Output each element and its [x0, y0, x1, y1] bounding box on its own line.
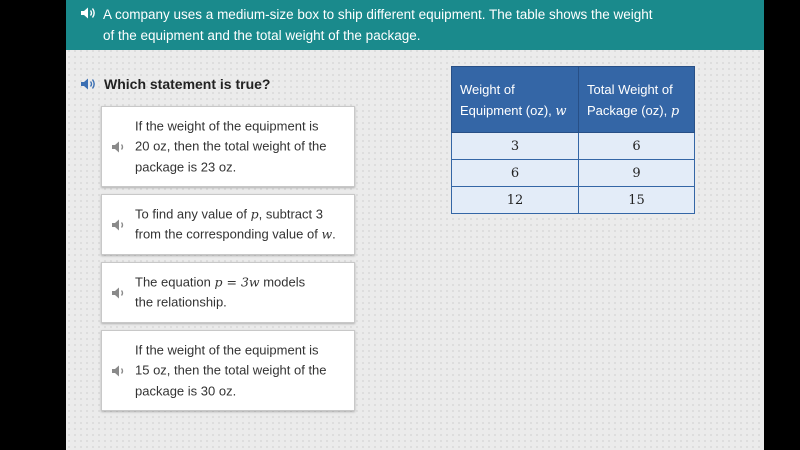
- stem-line-1: A company uses a medium-size box to ship…: [103, 7, 653, 22]
- weight-table: Weight of Equipment (oz), w Total Weight…: [451, 66, 695, 214]
- speaker-icon[interactable]: [80, 6, 96, 20]
- answer-option-3[interactable]: The equation p = 3w models the relations…: [101, 262, 355, 323]
- speaker-icon[interactable]: [111, 218, 127, 232]
- header-text: Equipment (oz),: [460, 103, 556, 118]
- table-header-row: Weight of Equipment (oz), w Total Weight…: [451, 66, 695, 133]
- header-line: Total Weight of: [587, 82, 673, 97]
- table-cell: 9: [578, 159, 695, 187]
- math-variable: p: [250, 206, 259, 221]
- table-cell: 6: [451, 159, 579, 187]
- speaker-icon[interactable]: [111, 364, 127, 378]
- stem-line-2: of the equipment and the total weight of…: [103, 28, 421, 43]
- header-line: Equipment (oz), w: [460, 100, 570, 122]
- option-text-segment: To find any value of: [135, 206, 251, 221]
- math-equation: p = 3w: [214, 274, 260, 289]
- option-text-segment: The equation: [135, 274, 215, 289]
- table-row: 3 6: [451, 132, 695, 160]
- table-cell: 3: [451, 132, 579, 160]
- option-text: If the weight of the equipment is 20 oz,…: [135, 116, 346, 178]
- option-line: package is 23 oz.: [135, 158, 237, 174]
- question-text: Which statement is true?: [104, 76, 271, 92]
- table-row: 12 15: [451, 186, 695, 214]
- header-line: Package (oz), p: [587, 100, 686, 122]
- math-variable: w: [555, 104, 567, 119]
- speaker-icon[interactable]: [80, 77, 96, 91]
- option-text-segment: , subtract 3: [258, 206, 323, 221]
- option-text-segment: .: [332, 226, 336, 242]
- option-line: If the weight of the equipment is: [135, 117, 319, 133]
- question-stem-banner: A company uses a medium-size box to ship…: [66, 0, 764, 50]
- math-variable: w: [321, 226, 333, 242]
- option-line: package is 30 oz.: [135, 382, 237, 398]
- table-cell: 12: [451, 186, 579, 214]
- option-line: the relationship.: [135, 294, 227, 310]
- header-text: Package (oz),: [587, 103, 671, 118]
- table-row: 6 9: [451, 159, 695, 187]
- option-text-segment: from the corresponding value of: [135, 226, 322, 242]
- option-line: The equation p = 3w models: [135, 272, 346, 293]
- speaker-icon[interactable]: [111, 140, 127, 154]
- option-text: The equation p = 3w models the relations…: [135, 272, 346, 313]
- option-text: If the weight of the equipment is 15 oz,…: [135, 340, 346, 402]
- table-header-cell: Weight of Equipment (oz), w: [451, 66, 579, 133]
- option-line: 20 oz, then the total weight of the: [135, 138, 327, 154]
- option-text-segment: models: [259, 274, 306, 289]
- speaker-icon[interactable]: [111, 286, 127, 300]
- math-variable: p: [670, 104, 680, 119]
- answer-option-4[interactable]: If the weight of the equipment is 15 oz,…: [101, 330, 355, 411]
- option-line: To find any value of p, subtract 3: [135, 204, 346, 225]
- option-line: If the weight of the equipment is: [135, 341, 319, 357]
- header-line: Weight of: [460, 82, 515, 97]
- table-cell: 6: [578, 132, 695, 160]
- option-line: 15 oz, then the total weight of the: [135, 362, 327, 378]
- table-header-cell: Total Weight of Package (oz), p: [578, 66, 695, 133]
- option-text: To find any value of p, subtract 3 from …: [135, 204, 346, 245]
- table-cell: 15: [578, 186, 695, 214]
- content-frame: A company uses a medium-size box to ship…: [66, 0, 764, 450]
- answer-option-2[interactable]: To find any value of p, subtract 3 from …: [101, 194, 355, 255]
- question-stem-text: A company uses a medium-size box to ship…: [103, 4, 723, 46]
- answer-option-1[interactable]: If the weight of the equipment is 20 oz,…: [101, 106, 355, 187]
- option-line: from the corresponding value of w.: [135, 225, 346, 246]
